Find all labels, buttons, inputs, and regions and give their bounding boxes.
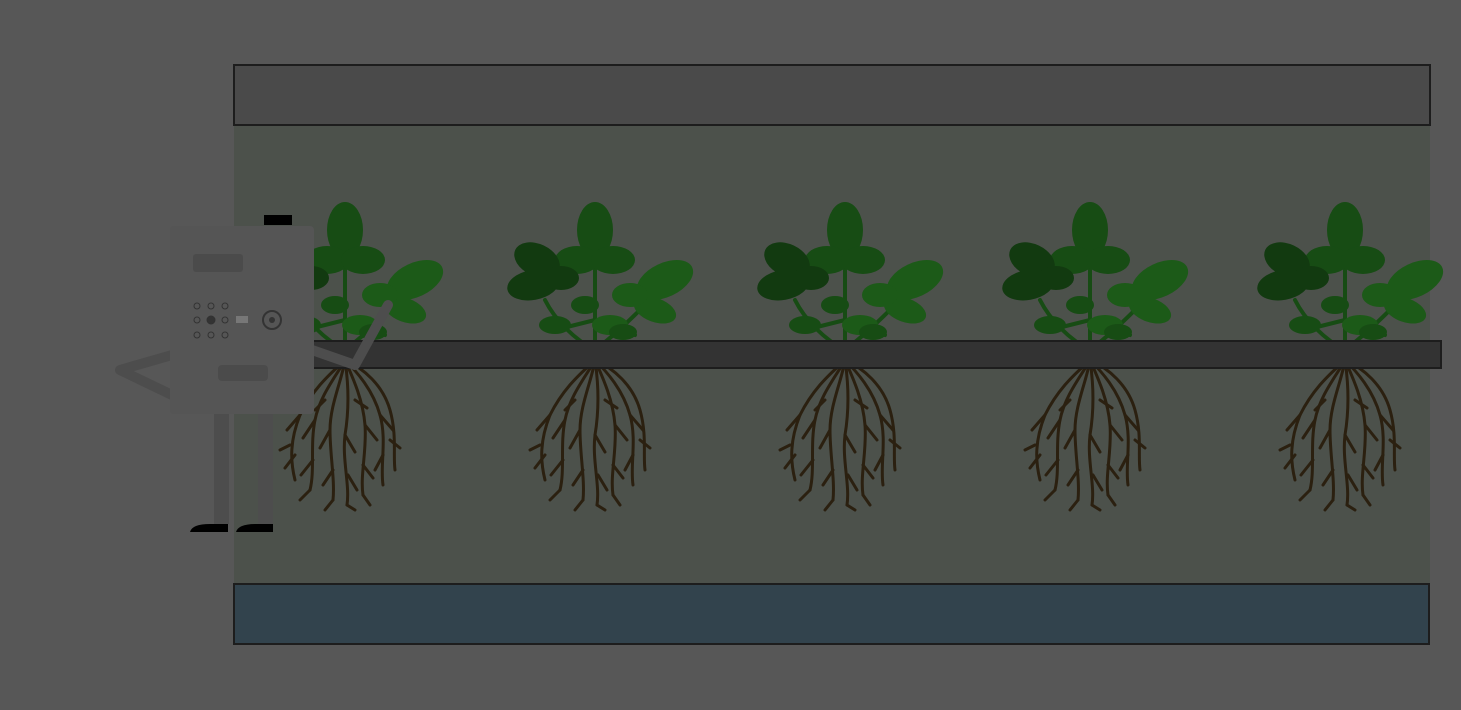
robot-dial-center	[269, 317, 275, 323]
hydroponics-scene	[115, 64, 1452, 645]
robot-left-arm	[115, 350, 177, 400]
water-reservoir	[233, 583, 1430, 645]
robot-left-foot	[190, 524, 228, 532]
robot-button	[206, 315, 216, 325]
robot-left-leg	[214, 412, 229, 524]
top-panel	[233, 64, 1431, 126]
robot-right-leg	[258, 412, 273, 524]
plant-rail	[299, 340, 1442, 369]
robot-antenna	[264, 215, 292, 225]
robot-display	[193, 254, 243, 272]
robot-indicator	[236, 316, 248, 323]
robot-slot	[218, 365, 268, 381]
